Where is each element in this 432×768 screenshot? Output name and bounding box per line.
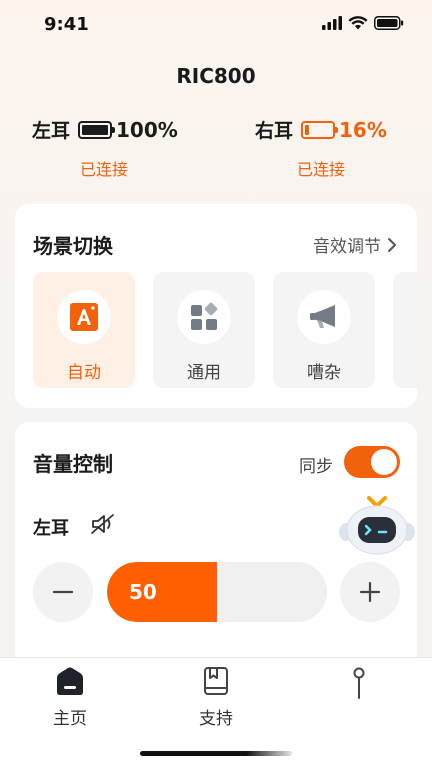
device-name: RIC800: [176, 64, 256, 88]
left-ear-label: 左耳: [32, 120, 71, 142]
volume-increase-button[interactable]: [340, 562, 400, 622]
sound-adjust-link[interactable]: 音效调节: [313, 232, 397, 257]
tab-location[interactable]: [314, 666, 404, 708]
grid-icon: [191, 302, 218, 330]
minus-icon: [52, 590, 74, 594]
sync-toggle-knob: [371, 449, 397, 475]
left-ear-volume-label: 左耳: [33, 518, 69, 539]
sync-label: 同步: [299, 457, 333, 477]
right-ear-status: 已连接: [297, 160, 346, 179]
status-icons: [322, 16, 404, 30]
scene-item-auto-label: 自动: [67, 363, 101, 383]
volume-title: 音量控制: [33, 452, 113, 476]
volume-decrease-button[interactable]: [33, 562, 93, 622]
chevron-right-icon: [388, 237, 396, 252]
sound-adjust-label: 音效调节: [313, 237, 381, 257]
auto-a-icon: [70, 303, 98, 331]
book-icon: [204, 667, 228, 695]
right-ear-battery: 右耳 16%: [255, 116, 387, 143]
robot-icon: [339, 496, 415, 555]
tab-home-label: 主页: [53, 709, 87, 729]
status-bar: 9:41: [0, 0, 432, 50]
tab-support[interactable]: 支持: [171, 666, 261, 729]
left-volume-slider[interactable]: 50: [107, 562, 327, 622]
battery-status-icon: [374, 16, 404, 30]
right-ear-label: 右耳: [255, 120, 294, 142]
left-ear-status: 已连接: [80, 160, 129, 179]
scene-title: 场景切换: [33, 234, 113, 258]
scene-noisy-circle: [297, 290, 351, 344]
megaphone-icon: [310, 305, 335, 328]
left-volume-value: 50: [129, 580, 157, 604]
left-battery-icon: [78, 120, 116, 139]
scene-general-circle: [177, 290, 231, 344]
scene-item-partial[interactable]: [393, 272, 417, 388]
scene-item-general-label: 通用: [187, 363, 221, 383]
left-battery-percent: 100%: [116, 117, 178, 142]
right-battery-icon: [301, 120, 339, 139]
scene-item-general[interactable]: 通用: [153, 272, 255, 388]
left-battery-fill: [82, 124, 109, 135]
right-battery-percent: 16%: [339, 117, 387, 142]
mute-toggle[interactable]: [89, 512, 117, 540]
scene-item-noisy[interactable]: 嘈杂: [273, 272, 375, 388]
left-volume-fill: [107, 562, 217, 622]
scene-auto-circle: [57, 290, 111, 344]
scene-item-auto[interactable]: 自动: [33, 272, 135, 388]
volume-mute-icon: [91, 514, 114, 534]
plus-icon: [359, 581, 381, 603]
assistant-robot-button[interactable]: [336, 496, 418, 558]
home-icon: [57, 667, 83, 695]
left-ear-battery: 左耳 100%: [32, 116, 178, 143]
scene-item-noisy-label: 嘈杂: [307, 363, 341, 383]
status-time: 9:41: [44, 14, 89, 35]
tab-home[interactable]: 主页: [25, 666, 115, 729]
location-pin-icon: [353, 667, 365, 699]
home-indicator: [140, 751, 292, 756]
tab-support-label: 支持: [199, 709, 233, 729]
right-battery-fill: [305, 124, 310, 135]
signal-icon: [322, 16, 342, 30]
scene-card: 场景切换 音效调节 自动 通用 嘈杂: [15, 204, 417, 408]
sync-toggle[interactable]: [344, 446, 400, 478]
wifi-icon: [348, 16, 368, 30]
